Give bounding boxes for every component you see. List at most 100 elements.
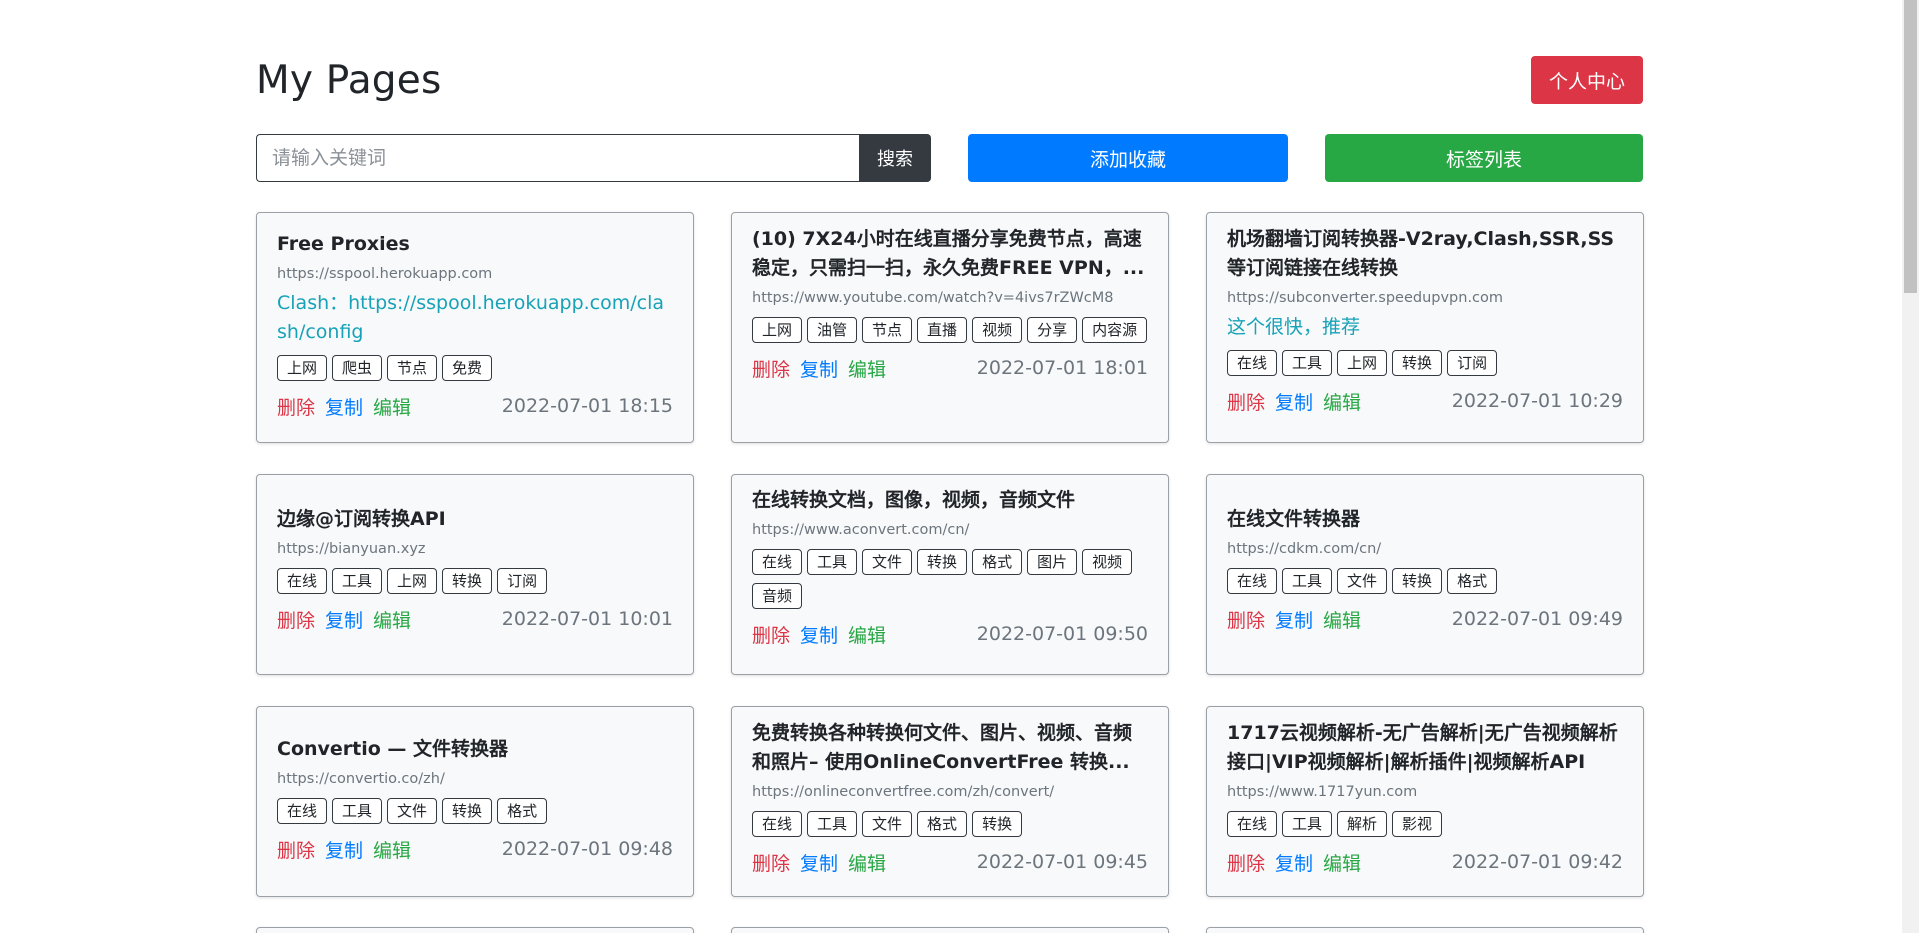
tag[interactable]: 爬虫 xyxy=(332,355,383,381)
card-url[interactable]: https://sspool.herokuapp.com xyxy=(277,263,673,285)
tag[interactable]: 上网 xyxy=(277,355,328,381)
search-input[interactable] xyxy=(256,134,859,182)
delete-link[interactable]: 删除 xyxy=(752,849,790,876)
copy-link[interactable]: 复制 xyxy=(325,606,363,633)
card-title[interactable]: 边缘@订阅转换API xyxy=(277,505,673,534)
copy-link[interactable]: 复制 xyxy=(1275,849,1313,876)
delete-link[interactable]: 删除 xyxy=(277,836,315,863)
tag[interactable]: 转换 xyxy=(442,568,493,594)
card-url[interactable]: https://cdkm.com/cn/ xyxy=(1227,538,1623,560)
tag[interactable]: 上网 xyxy=(752,317,803,343)
tag[interactable]: 工具 xyxy=(1282,568,1333,594)
card-title[interactable]: 机场翻墙订阅转换器-V2ray,Clash,SSR,SS等订阅链接在线转换 xyxy=(1227,225,1623,283)
tag-list-button[interactable]: 标签列表 xyxy=(1325,134,1643,182)
edit-link[interactable]: 编辑 xyxy=(1323,388,1361,415)
tag[interactable]: 在线 xyxy=(1227,568,1278,594)
tag[interactable]: 格式 xyxy=(917,811,968,837)
tag[interactable]: 图片 xyxy=(1027,549,1078,575)
tag[interactable]: 转换 xyxy=(442,798,493,824)
tag[interactable]: 文件 xyxy=(1337,568,1388,594)
tag[interactable]: 直播 xyxy=(917,317,968,343)
card-title[interactable]: 1717云视频解析-无广告解析|无广告视频解析接口|VIP视频解析|解析插件|视… xyxy=(1227,719,1623,777)
card-url[interactable]: https://www.aconvert.com/cn/ xyxy=(752,519,1148,541)
card-url[interactable]: https://subconverter.speedupvpn.com xyxy=(1227,287,1623,309)
delete-link[interactable]: 删除 xyxy=(277,393,315,420)
tag[interactable]: 在线 xyxy=(752,549,803,575)
card-url[interactable]: https://www.1717yun.com xyxy=(1227,781,1623,803)
edit-link[interactable]: 编辑 xyxy=(848,849,886,876)
copy-link[interactable]: 复制 xyxy=(800,849,838,876)
card-url[interactable]: https://www.youtube.com/watch?v=4ivs7rZW… xyxy=(752,287,1148,309)
profile-button[interactable]: 个人中心 xyxy=(1531,56,1643,104)
copy-link[interactable]: 复制 xyxy=(325,836,363,863)
tag[interactable]: 转换 xyxy=(972,811,1023,837)
tag[interactable]: 格式 xyxy=(972,549,1023,575)
tag[interactable]: 在线 xyxy=(1227,811,1278,837)
tag[interactable]: 工具 xyxy=(1282,350,1333,376)
tag[interactable]: 工具 xyxy=(332,798,383,824)
tag[interactable]: 转换 xyxy=(917,549,968,575)
add-bookmark-button[interactable]: 添加收藏 xyxy=(968,134,1288,182)
edit-link[interactable]: 编辑 xyxy=(373,393,411,420)
copy-link[interactable]: 复制 xyxy=(325,393,363,420)
delete-link[interactable]: 删除 xyxy=(277,606,315,633)
tag[interactable]: 工具 xyxy=(332,568,383,594)
card-title[interactable]: (10) 7X24小时在线直播分享免费节点，高速稳定，只需扫一扫，永久免费FRE… xyxy=(752,225,1148,283)
tag[interactable]: 视频 xyxy=(1082,549,1133,575)
tag[interactable]: 文件 xyxy=(387,798,438,824)
tag[interactable]: 节点 xyxy=(387,355,438,381)
tag[interactable]: 文件 xyxy=(862,811,913,837)
tag[interactable]: 订阅 xyxy=(497,568,548,594)
copy-link[interactable]: 复制 xyxy=(800,621,838,648)
copy-link[interactable]: 复制 xyxy=(1275,606,1313,633)
tag[interactable]: 影视 xyxy=(1392,811,1443,837)
card-url[interactable]: https://convertio.co/zh/ xyxy=(277,768,673,790)
delete-link[interactable]: 删除 xyxy=(1227,388,1265,415)
scrollbar-thumb[interactable] xyxy=(1904,0,1917,293)
tag[interactable]: 文件 xyxy=(862,549,913,575)
edit-link[interactable]: 编辑 xyxy=(848,621,886,648)
tag[interactable]: 在线 xyxy=(1227,350,1278,376)
tag[interactable]: 转换 xyxy=(1392,350,1443,376)
tag[interactable]: 上网 xyxy=(1337,350,1388,376)
edit-link[interactable]: 编辑 xyxy=(373,836,411,863)
tag[interactable]: 节点 xyxy=(862,317,913,343)
card-title[interactable]: Free Proxies xyxy=(277,230,673,259)
delete-link[interactable]: 删除 xyxy=(752,621,790,648)
tag[interactable]: 在线 xyxy=(277,568,328,594)
delete-link[interactable]: 删除 xyxy=(1227,849,1265,876)
edit-link[interactable]: 编辑 xyxy=(373,606,411,633)
card-url[interactable]: https://bianyuan.xyz xyxy=(277,538,673,560)
copy-link[interactable]: 复制 xyxy=(1275,388,1313,415)
card-url[interactable]: https://onlineconvertfree.com/zh/convert… xyxy=(752,781,1148,803)
tag[interactable]: 格式 xyxy=(497,798,548,824)
delete-link[interactable]: 删除 xyxy=(1227,606,1265,633)
edit-link[interactable]: 编辑 xyxy=(848,355,886,382)
tag[interactable]: 分享 xyxy=(1027,317,1078,343)
tag[interactable]: 在线 xyxy=(752,811,803,837)
edit-link[interactable]: 编辑 xyxy=(1323,606,1361,633)
tag[interactable]: 上网 xyxy=(387,568,438,594)
card-title[interactable]: Convertio — 文件转换器 xyxy=(277,735,673,764)
search-button[interactable]: 搜索 xyxy=(859,134,931,182)
tag[interactable]: 在线 xyxy=(277,798,328,824)
tag[interactable]: 工具 xyxy=(807,549,858,575)
tag[interactable]: 工具 xyxy=(807,811,858,837)
tag[interactable]: 内容源 xyxy=(1082,317,1148,343)
tag[interactable]: 免费 xyxy=(442,355,493,381)
tag[interactable]: 油管 xyxy=(807,317,858,343)
tag[interactable]: 格式 xyxy=(1447,568,1498,594)
card-title[interactable]: 免费转换各种转换何文件、图片、视频、音频和照片– 使用OnlineConvert… xyxy=(752,719,1148,777)
card-title[interactable]: 在线转换文档，图像，视频，音频文件 xyxy=(752,486,1148,515)
edit-link[interactable]: 编辑 xyxy=(1323,849,1361,876)
tag[interactable]: 转换 xyxy=(1392,568,1443,594)
tag[interactable]: 订阅 xyxy=(1447,350,1498,376)
copy-link[interactable]: 复制 xyxy=(800,355,838,382)
tag[interactable]: 音频 xyxy=(752,583,803,609)
card-timestamp: 2022-07-01 10:01 xyxy=(501,608,673,630)
delete-link[interactable]: 删除 xyxy=(752,355,790,382)
tag[interactable]: 工具 xyxy=(1282,811,1333,837)
tag[interactable]: 解析 xyxy=(1337,811,1388,837)
tag[interactable]: 视频 xyxy=(972,317,1023,343)
card-title[interactable]: 在线文件转换器 xyxy=(1227,505,1623,534)
